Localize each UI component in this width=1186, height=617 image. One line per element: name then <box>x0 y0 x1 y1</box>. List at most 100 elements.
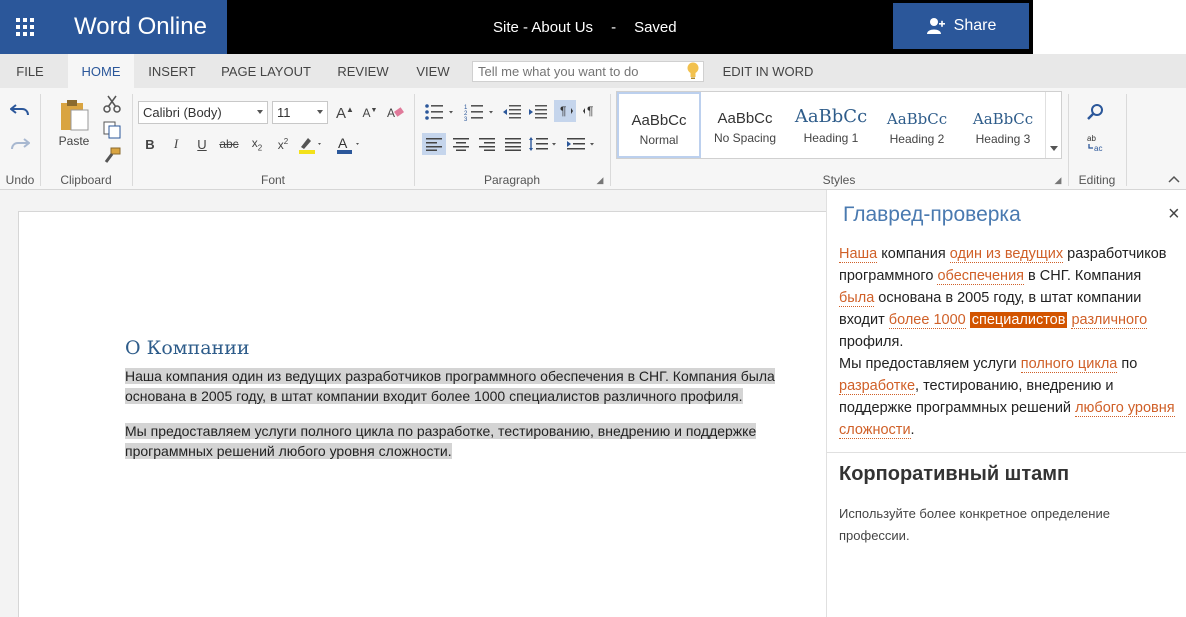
redo-button[interactable] <box>8 134 32 156</box>
flagged-word-selected[interactable]: специалистов <box>969 312 1068 328</box>
rtl-button[interactable]: ¶ <box>580 100 602 122</box>
document-heading[interactable]: О Компании <box>125 337 250 359</box>
align-left-button[interactable] <box>422 133 446 155</box>
svg-text:A: A <box>387 106 395 120</box>
find-button[interactable] <box>1086 102 1106 122</box>
numbered-list-icon: 123 <box>464 105 493 121</box>
copy-button[interactable] <box>102 120 122 140</box>
highlight-color-button[interactable] <box>298 135 324 155</box>
ltr-button[interactable]: ¶ <box>554 100 576 122</box>
increase-indent-button[interactable] <box>528 102 548 122</box>
style-heading-1[interactable]: AaBbCc Heading 1 <box>789 92 873 158</box>
superscript-button[interactable]: x2 <box>273 135 293 153</box>
italic-button[interactable]: I <box>167 135 185 153</box>
paragraph-text: Наша компания один из ведущих разработчи… <box>125 368 775 404</box>
document-paragraph[interactable]: Наша компания один из ведущих разработчи… <box>125 366 811 406</box>
numbering-button[interactable]: 123 <box>464 102 496 122</box>
document-page[interactable] <box>18 211 826 617</box>
flagged-word[interactable]: разработке <box>839 378 916 395</box>
glavred-panel: Главред-проверка × Наша компания один из… <box>826 190 1186 617</box>
styles-scroll[interactable] <box>1045 92 1061 158</box>
flagged-word[interactable]: Наша <box>839 246 878 263</box>
chevron-down-icon <box>317 110 323 114</box>
rtl-icon: ¶ <box>583 104 593 118</box>
style-name: Heading 1 <box>803 131 859 145</box>
document-name[interactable]: Site - About Us <box>493 19 593 36</box>
paste-label: Paste <box>58 134 90 148</box>
tab-edit-in-word[interactable]: EDIT IN WORD <box>714 54 822 88</box>
checked-text: Наша компания один из ведущих разработчи… <box>839 243 1179 441</box>
style-name: Heading 3 <box>975 132 1031 146</box>
shrink-font-button[interactable]: A▼ <box>360 103 380 123</box>
underline-button[interactable]: U <box>193 135 211 153</box>
style-heading-2[interactable]: AaBbCc Heading 2 <box>875 92 959 158</box>
document-paragraph[interactable]: Мы предоставляем услуги полного цикла по… <box>125 421 811 461</box>
svg-text:ab: ab <box>1087 134 1096 143</box>
document-title: Site - About Us - Saved <box>493 0 677 54</box>
clear-formatting-button[interactable]: A <box>386 103 406 123</box>
flagged-word[interactable]: полного цикла <box>1020 356 1118 373</box>
align-right-button[interactable] <box>476 133 498 155</box>
superscript-icon: x2 <box>277 136 289 152</box>
tab-file[interactable]: FILE <box>0 54 60 88</box>
style-name: Heading 2 <box>889 132 945 146</box>
group-label-paragraph: Paragraph <box>483 173 541 187</box>
copy-icon <box>103 121 121 139</box>
styles-dialog-launcher[interactable]: ◢ <box>1052 174 1064 186</box>
group-label-editing: Editing <box>1078 173 1116 187</box>
close-icon[interactable]: × <box>1168 203 1180 226</box>
flagged-word[interactable]: обеспечения <box>937 268 1025 285</box>
share-button[interactable]: Share <box>893 3 1029 49</box>
flagged-word[interactable]: более 1000 <box>888 312 966 329</box>
decrease-indent-button[interactable] <box>502 102 522 122</box>
font-color-button[interactable]: A <box>336 135 362 155</box>
font-name-select[interactable]: Calibri (Body) <box>138 101 268 124</box>
group-label-clipboard: Clipboard <box>60 173 112 187</box>
tell-me-input[interactable] <box>472 61 704 82</box>
tab-insert[interactable]: INSERT <box>140 54 204 88</box>
tab-review[interactable]: REVIEW <box>328 54 398 88</box>
align-center-button[interactable] <box>450 133 472 155</box>
style-heading-3[interactable]: AaBbCc Heading 3 <box>961 92 1045 158</box>
group-label-undo: Undo <box>5 173 35 187</box>
tab-view[interactable]: VIEW <box>408 54 458 88</box>
replace-button[interactable]: ab ac <box>1086 132 1108 154</box>
tab-home[interactable]: HOME <box>68 54 134 88</box>
paragraph-indent-button[interactable] <box>566 133 598 155</box>
group-label-styles: Styles <box>822 173 856 187</box>
grow-font-button[interactable]: A▲ <box>335 103 355 123</box>
search-icon <box>1087 104 1103 120</box>
justify-icon <box>505 138 521 151</box>
styles-gallery: AaBbCc Normal AaBbCc No Spacing AaBbCc H… <box>616 91 1062 159</box>
collapse-ribbon-button[interactable] <box>1166 172 1182 186</box>
style-normal[interactable]: AaBbCc Normal <box>617 92 701 158</box>
paragraph-dialog-launcher[interactable]: ◢ <box>594 174 606 186</box>
app-name[interactable]: Word Online <box>50 0 227 54</box>
flagged-word[interactable]: один из ведущих <box>949 246 1064 263</box>
cut-button[interactable] <box>102 94 122 114</box>
panel-title: Главред-проверка <box>843 203 1021 226</box>
text-segment: по <box>1117 356 1138 372</box>
undo-button[interactable] <box>8 100 32 122</box>
dialog-launcher-icon: ◢ <box>596 174 604 185</box>
paste-button[interactable]: Paste <box>54 94 94 152</box>
bold-button[interactable]: B <box>141 135 159 153</box>
style-name: Normal <box>639 133 679 147</box>
chevron-up-icon <box>1168 175 1180 183</box>
app-launcher-button[interactable] <box>0 0 50 54</box>
align-center-icon <box>453 138 469 151</box>
style-no-spacing[interactable]: AaBbCc No Spacing <box>703 92 787 158</box>
tab-page-layout[interactable]: PAGE LAYOUT <box>214 54 318 88</box>
flagged-word[interactable]: различного <box>1071 312 1148 329</box>
line-spacing-button[interactable] <box>528 133 560 155</box>
strikethrough-button[interactable]: abc <box>218 135 240 153</box>
brush-icon <box>104 147 121 163</box>
bullets-button[interactable] <box>424 102 456 122</box>
text-segment: . <box>910 422 915 438</box>
flagged-word[interactable]: была <box>839 290 875 307</box>
subscript-button[interactable]: x2 <box>247 135 267 153</box>
justify-button[interactable] <box>502 133 524 155</box>
format-painter-button[interactable] <box>102 146 122 166</box>
font-size-select[interactable]: 11 <box>272 101 328 124</box>
replace-icon: abac <box>1087 134 1102 153</box>
